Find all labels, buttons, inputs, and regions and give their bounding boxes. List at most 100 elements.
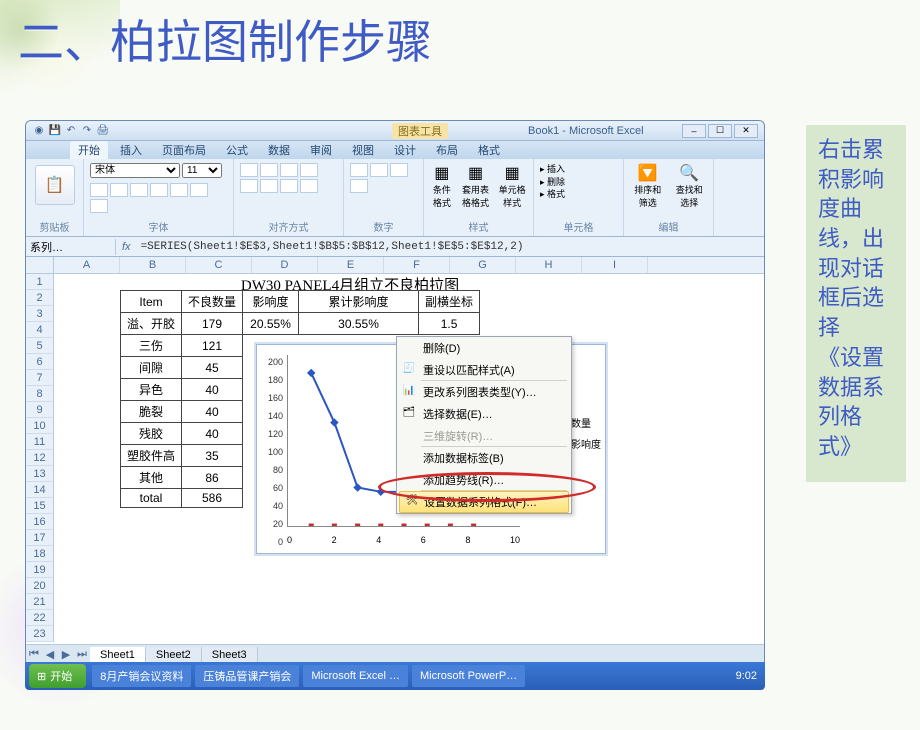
column-header[interactable]: A (54, 257, 120, 273)
formula-input[interactable]: =SERIES(Sheet1!$E$3,Sheet1!$B$5:$B$12,Sh… (137, 241, 764, 253)
start-button[interactable]: ⊞ 开始 (29, 664, 86, 688)
windows-logo-icon: ⊞ (37, 670, 46, 683)
row-header[interactable]: 10 (26, 418, 54, 434)
sheet-nav-prev[interactable]: ◀ (42, 648, 58, 661)
ribbon-tab-布局[interactable]: 布局 (428, 141, 466, 159)
row-header[interactable]: 6 (26, 354, 54, 370)
taskbar-task[interactable]: 8月产销会议资料 (92, 665, 191, 687)
column-header[interactable]: B (120, 257, 186, 273)
taskbar-task[interactable]: 压铸品管课产销会 (195, 665, 299, 687)
context-menu-item[interactable]: 删除(D) (397, 337, 571, 359)
ribbon-group-clipboard: 剪贴板 (32, 217, 77, 234)
row-header[interactable]: 19 (26, 562, 54, 578)
menu-item-label: 选择数据(E)… (423, 406, 493, 422)
column-header[interactable]: C (186, 257, 252, 273)
cell-style-button[interactable]: 单元格样式 (499, 185, 526, 208)
select-all-corner[interactable] (26, 257, 54, 273)
context-menu-item[interactable]: 🧾重设以匹配样式(A) (397, 359, 571, 381)
context-menu-item[interactable]: 添加数据标签(B) (397, 447, 571, 469)
row-header[interactable]: 18 (26, 546, 54, 562)
context-menu-item[interactable]: 🗂选择数据(E)… (397, 403, 571, 425)
row-header[interactable]: 13 (26, 466, 54, 482)
qat-print-icon[interactable]: 🖨 (96, 124, 110, 138)
sheet-tab-3[interactable]: Sheet3 (202, 647, 258, 663)
row-header[interactable]: 7 (26, 370, 54, 386)
delete-button[interactable]: ▸ 删除 (540, 176, 617, 189)
row-header[interactable]: 3 (26, 306, 54, 322)
fx-icon[interactable]: fx (116, 241, 137, 253)
row-header[interactable]: 4 (26, 322, 54, 338)
row-header[interactable]: 22 (26, 610, 54, 626)
row-header[interactable]: 17 (26, 530, 54, 546)
ribbon-group-editing: 编辑 (630, 217, 707, 234)
font-family-select[interactable]: 宋体 (90, 163, 180, 178)
context-menu-item[interactable]: 📊更改系列图表类型(Y)… (397, 381, 571, 403)
column-header[interactable]: H (516, 257, 582, 273)
menu-item-label: 更改系列图表类型(Y)… (423, 384, 537, 400)
row-header[interactable]: 16 (26, 514, 54, 530)
ribbon-tab-开始[interactable]: 开始 (70, 141, 108, 159)
maximize-button[interactable]: ☐ (708, 124, 732, 138)
ribbon-tab-审阅[interactable]: 审阅 (302, 141, 340, 159)
chart-x-ticks: 0246810 (287, 535, 520, 545)
row-header[interactable]: 14 (26, 482, 54, 498)
ribbon-tab-视图[interactable]: 视图 (344, 141, 382, 159)
menu-item-icon (402, 341, 416, 355)
qat-redo-icon[interactable]: ↷ (80, 124, 94, 138)
row-header[interactable]: 20 (26, 578, 54, 594)
row-header[interactable]: 1 (26, 274, 54, 290)
row-header[interactable]: 11 (26, 434, 54, 450)
ribbon-tab-数据[interactable]: 数据 (260, 141, 298, 159)
taskbar-task[interactable]: Microsoft PowerP… (412, 665, 525, 687)
col-aux: 副横坐标 (419, 291, 480, 313)
cond-format-button[interactable]: 条件格式 (433, 185, 451, 208)
minimize-button[interactable]: – (682, 124, 706, 138)
column-header[interactable]: D (252, 257, 318, 273)
find-select-button[interactable]: 查找和选择 (676, 185, 703, 208)
table-format-button[interactable]: 套用表格格式 (462, 185, 489, 208)
row-header[interactable]: 15 (26, 498, 54, 514)
font-size-select[interactable]: 11 (182, 163, 222, 178)
instruction-text-1: 右击累积影响度曲线，出现对话框后选择 (818, 137, 884, 340)
row-header[interactable]: 9 (26, 402, 54, 418)
ribbon-group-number: 数字 (350, 217, 417, 234)
ribbon-tab-设计[interactable]: 设计 (386, 141, 424, 159)
menu-item-icon: 🧾 (402, 363, 416, 377)
row-header[interactable]: 5 (26, 338, 54, 354)
column-header[interactable]: E (318, 257, 384, 273)
qat-save-icon[interactable]: 💾 (48, 124, 62, 138)
paste-button[interactable]: 📋 (35, 165, 75, 205)
ribbon-group-cells: 单元格 (540, 217, 617, 234)
column-header[interactable]: F (384, 257, 450, 273)
menu-item-icon (402, 451, 416, 465)
row-header[interactable]: 21 (26, 594, 54, 610)
taskbar-task[interactable]: Microsoft Excel … (303, 665, 408, 687)
menu-item-label: 添加数据标签(B) (423, 450, 504, 466)
ribbon-tab-公式[interactable]: 公式 (218, 141, 256, 159)
sheet-nav-last[interactable]: ⏭ (74, 648, 90, 661)
sheet-tab-1[interactable]: Sheet1 (90, 647, 146, 663)
row-header[interactable]: 12 (26, 450, 54, 466)
qat-undo-icon[interactable]: ↶ (64, 124, 78, 138)
row-headers: 1234567891011121314151617181920212223 (26, 274, 54, 642)
row-header[interactable]: 2 (26, 290, 54, 306)
start-label: 开始 (50, 668, 72, 684)
close-button[interactable]: ✕ (734, 124, 758, 138)
sheet-nav-first[interactable]: ⏮ (26, 648, 42, 661)
office-button-icon[interactable]: ◉ (32, 124, 46, 138)
format-button[interactable]: ▸ 格式 (540, 188, 617, 201)
row-header[interactable]: 8 (26, 386, 54, 402)
ribbon-tab-页面布局[interactable]: 页面布局 (154, 141, 214, 159)
sheet-tab-2[interactable]: Sheet2 (146, 647, 202, 663)
sort-filter-button[interactable]: 排序和筛选 (634, 185, 661, 208)
ribbon-tab-插入[interactable]: 插入 (112, 141, 150, 159)
column-header[interactable]: G (450, 257, 516, 273)
worksheet-grid[interactable]: 1234567891011121314151617181920212223 DW… (26, 274, 764, 644)
excel-window: ◉ 💾 ↶ ↷ 🖨 图表工具 Book1 - Microsoft Excel –… (25, 120, 765, 685)
insert-button[interactable]: ▸ 插入 (540, 163, 617, 176)
column-header[interactable]: I (582, 257, 648, 273)
row-header[interactable]: 23 (26, 626, 54, 642)
name-box[interactable]: 系列… (26, 239, 116, 255)
sheet-nav-next[interactable]: ▶ (58, 648, 74, 661)
ribbon-tab-格式[interactable]: 格式 (470, 141, 508, 159)
